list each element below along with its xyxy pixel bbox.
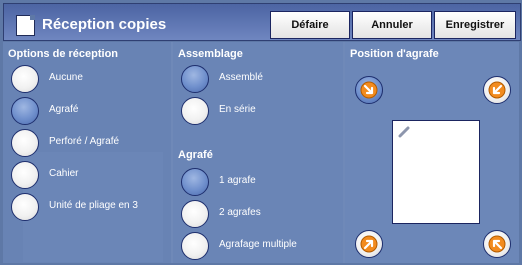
cancel-button[interactable]: Annuler xyxy=(352,11,432,39)
main-content: Options de réception Aucune Agrafé Perfo… xyxy=(3,42,519,263)
staple-position-bottom-right-button[interactable] xyxy=(483,230,511,258)
option-label: Assemblé xyxy=(219,72,263,83)
title-bar: Réception copies Défaire Annuler Enregis… xyxy=(3,3,521,41)
staple-position-label: Position d'agrafe xyxy=(350,48,439,60)
radio-button[interactable] xyxy=(11,129,39,157)
option-label: Unité de pliage en 3 xyxy=(49,200,138,211)
reception-options-label: Options de réception xyxy=(8,48,119,60)
radio-button[interactable] xyxy=(11,161,39,189)
radio-button[interactable] xyxy=(11,65,39,93)
radio-button-selected[interactable] xyxy=(181,168,209,196)
option-label: 1 agrafe xyxy=(219,175,256,186)
option-label: 2 agrafes xyxy=(219,207,261,218)
staple-position-panel: Position d'agrafe xyxy=(345,42,519,263)
radio-button[interactable] xyxy=(181,97,209,125)
page-title: Réception copies xyxy=(42,16,167,33)
document-icon xyxy=(16,15,35,36)
arrow-down-right-icon xyxy=(360,81,378,99)
collation-stapling-panel: Assemblage Assemblé En série Agrafé 1 ag… xyxy=(173,42,343,263)
option-label: Agrafage multiple xyxy=(219,239,297,250)
staple-mark-icon xyxy=(398,126,410,138)
radio-button-selected[interactable] xyxy=(181,65,209,93)
option-label: Agrafé xyxy=(49,104,79,115)
radio-button[interactable] xyxy=(181,232,209,260)
stapling-label: Agrafé xyxy=(178,149,213,161)
radio-button[interactable] xyxy=(181,200,209,228)
staple-position-bottom-left-button[interactable] xyxy=(355,230,383,258)
option-label: En série xyxy=(219,104,256,115)
collation-label: Assemblage xyxy=(178,48,243,60)
option-label: Aucune xyxy=(49,72,83,83)
arrow-up-right-icon xyxy=(360,235,378,253)
option-label: Perforé / Agrafé xyxy=(49,136,120,147)
arrow-down-left-icon xyxy=(488,81,506,99)
staple-position-top-left-button[interactable] xyxy=(355,76,383,104)
page-preview xyxy=(392,120,480,224)
save-button[interactable]: Enregistrer xyxy=(434,11,516,39)
radio-button[interactable] xyxy=(11,193,39,221)
staple-position-top-right-button[interactable] xyxy=(483,76,511,104)
reception-options-panel: Options de réception Aucune Agrafé Perfo… xyxy=(3,42,171,263)
undo-button[interactable]: Défaire xyxy=(270,11,350,39)
radio-button-selected[interactable] xyxy=(11,97,39,125)
option-label: Cahier xyxy=(49,168,79,179)
arrow-up-left-icon xyxy=(488,235,506,253)
